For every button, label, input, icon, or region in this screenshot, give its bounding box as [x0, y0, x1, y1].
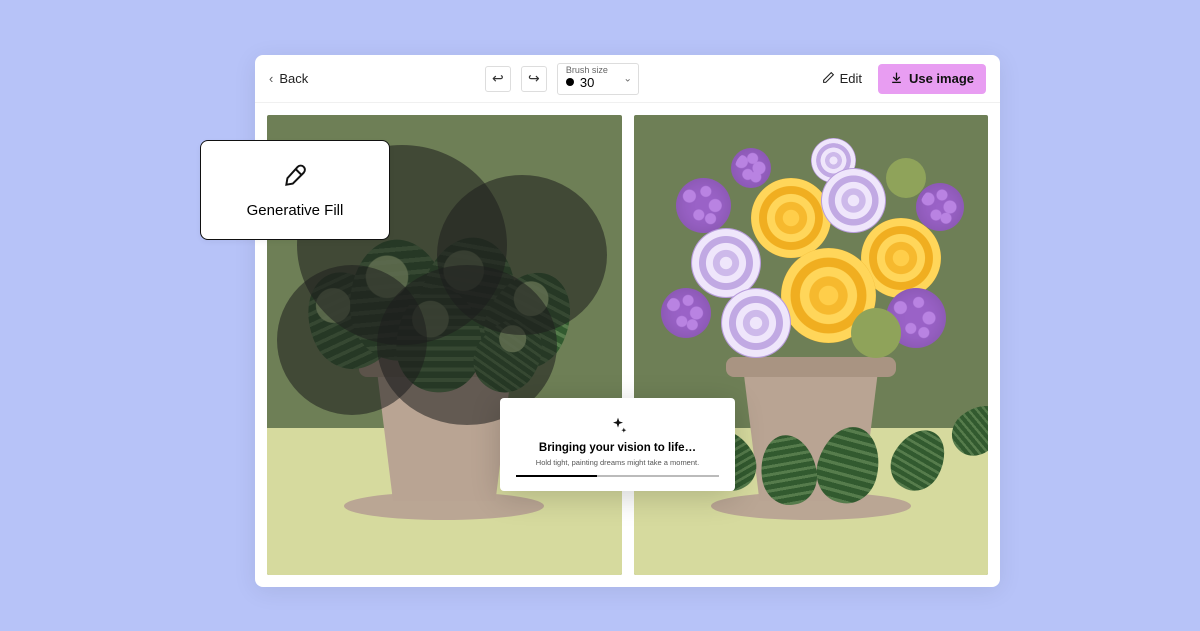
- chevron-left-icon: ‹: [269, 71, 273, 86]
- generative-fill-label: Generative Fill: [215, 202, 375, 219]
- chevron-down-icon: ⌄: [624, 73, 632, 84]
- loading-subtitle: Hold tight, painting dreams might take a…: [516, 458, 719, 467]
- generated-bouquet: [661, 138, 961, 368]
- brush-mask: [277, 265, 427, 415]
- edit-label: Edit: [840, 71, 862, 86]
- undo-button[interactable]: ↩: [485, 66, 511, 92]
- brush-size-value: 30: [580, 75, 594, 90]
- redo-button[interactable]: ↪: [521, 66, 547, 92]
- generative-fill-card[interactable]: Generative Fill: [200, 140, 390, 240]
- loading-card: Bringing your vision to life… Hold tight…: [500, 398, 735, 491]
- undo-icon: ↩: [492, 70, 504, 87]
- brush-size-label: Brush size: [566, 66, 630, 75]
- result-image-panel[interactable]: [634, 115, 989, 575]
- brush-size-select[interactable]: Brush size 30 ⌄: [557, 63, 639, 95]
- loading-progress-bar: [516, 475, 719, 477]
- use-image-button[interactable]: Use image: [878, 64, 986, 94]
- pencil-icon: [822, 71, 835, 87]
- back-button[interactable]: ‹ Back: [269, 71, 308, 86]
- use-image-label: Use image: [909, 71, 974, 86]
- brush-icon: [282, 184, 308, 201]
- download-icon: [890, 71, 903, 87]
- edit-button[interactable]: Edit: [816, 67, 868, 91]
- brush-size-dot-icon: [566, 78, 574, 86]
- back-label: Back: [279, 71, 308, 86]
- sparkle-icon: [608, 416, 628, 436]
- loading-title: Bringing your vision to life…: [516, 442, 719, 454]
- editor-window: ‹ Back ↩ ↪ Brush size 30 ⌄ Edit: [255, 55, 1000, 587]
- toolbar: ‹ Back ↩ ↪ Brush size 30 ⌄ Edit: [255, 55, 1000, 103]
- redo-icon: ↪: [528, 70, 540, 87]
